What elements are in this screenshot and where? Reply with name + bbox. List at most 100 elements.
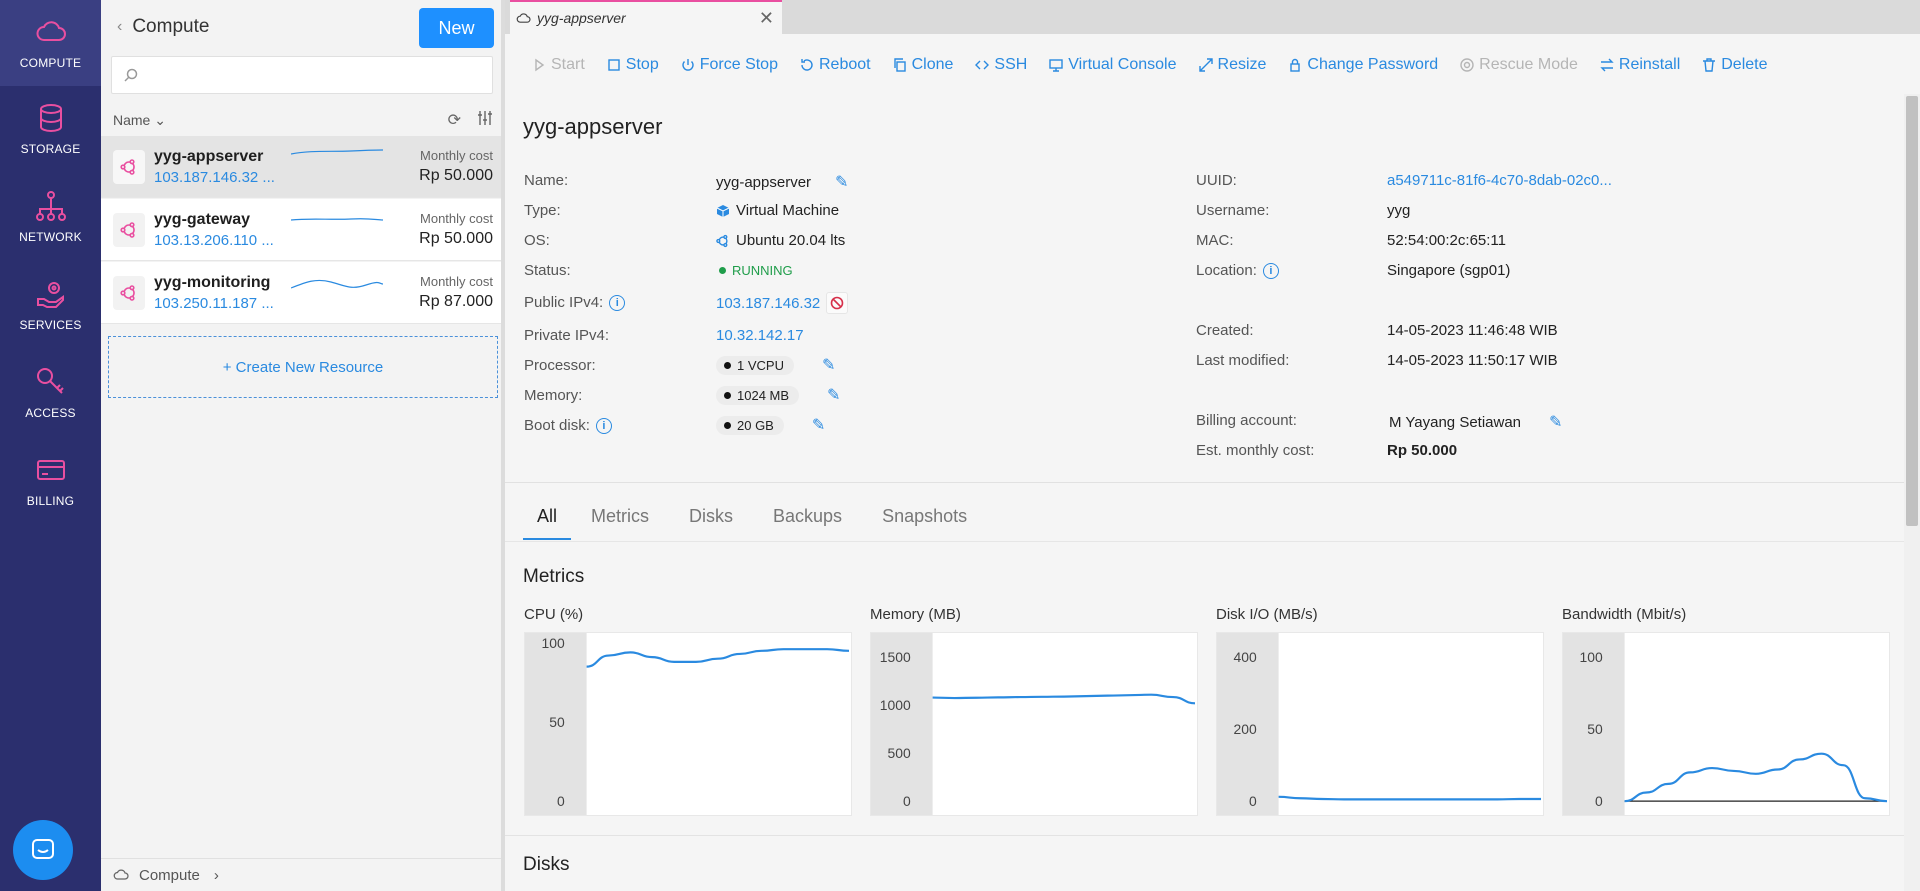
username-value: yyg [1387,202,1411,219]
y-tick-label: 1000 [880,697,911,713]
created-value: 14-05-2023 11:46:48 WIB [1387,322,1558,339]
resource-ip: 103.187.146.32 ... [154,169,275,186]
nav-item-storage[interactable]: STORAGE [0,86,101,172]
tab-metrics[interactable]: Metrics [591,500,649,540]
list-item[interactable]: yyg-gateway 103.13.206.110 ... Monthly c… [101,199,501,261]
public-ip-value[interactable]: 103.187.146.32 [716,295,820,312]
nav-label: NETWORK [19,230,82,244]
boot-disk-row: 20 GB ✎ [716,415,825,435]
metric-card-bandwidth: Bandwidth (Mbit/s) 100 50 0 [1562,606,1890,819]
boot-disk-chip: 20 GB [716,415,784,435]
nav-item-network[interactable]: NETWORK [0,174,101,260]
edit-pencil-icon[interactable]: ✎ [1549,412,1562,432]
location-value: Singapore (sgp01) [1387,262,1511,279]
reboot-button[interactable]: Reboot [800,52,871,78]
tab-all[interactable]: All [523,500,572,540]
resize-label: Resize [1217,56,1267,73]
lifebuoy-icon [1460,58,1474,72]
scrollbar[interactable] [1904,94,1920,891]
metric-plot: 400 200 0 [1216,632,1544,816]
nav-item-services[interactable]: SERVICES [0,262,101,348]
scrollbar-thumb[interactable] [1906,96,1918,526]
nav-item-billing[interactable]: BILLING [0,438,101,524]
series-line [1624,752,1888,803]
type-label: Type: [524,202,561,219]
private-ip-value[interactable]: 10.32.142.17 [716,327,804,344]
edit-pencil-icon[interactable]: ✎ [812,415,825,435]
nav-item-access[interactable]: ACCESS [0,350,101,436]
nav-item-compute[interactable]: COMPUTE [0,0,101,86]
change-password-button[interactable]: Change Password [1288,52,1438,78]
refresh-icon[interactable]: ⟳ [448,110,461,131]
info-icon[interactable]: i [609,294,626,311]
close-icon[interactable]: ✕ [759,8,774,29]
footer-breadcrumb[interactable]: Compute › [101,858,501,891]
list-header: ‹ Compute New [101,0,501,55]
uuid-value[interactable]: a549711c-81f6-4c70-8dab-02c0... [1387,172,1612,189]
type-value-row: Virtual Machine [716,202,839,219]
code-icon [975,60,990,70]
ubuntu-icon [113,276,145,310]
rescue-mode-label: Rescue Mode [1479,56,1578,73]
page-title: yyg-appserver [523,114,663,139]
series-line [586,648,850,668]
metric-title: Bandwidth (Mbit/s) [1562,606,1687,623]
nav-label: ACCESS [25,406,76,420]
force-stop-label: Force Stop [699,56,778,73]
info-icon[interactable]: i [1262,262,1279,279]
location-label: Location: [1196,262,1257,279]
list-item[interactable]: yyg-monitoring 103.250.11.187 ... Monthl… [101,262,501,324]
play-icon [535,58,545,72]
chevron-left-icon: ‹ [117,18,123,35]
billing-value: M Yayang Setiawan [1389,413,1522,431]
back-link[interactable]: ‹ Compute [117,16,209,38]
name-value: yyg-appserver [716,173,812,191]
power-icon [682,59,694,71]
public-ip-label: Public IPv4: [524,294,604,311]
tab-yyg-appserver[interactable]: yyg-appserver ✕ [510,0,782,34]
resize-icon [1198,58,1213,72]
start-button[interactable]: Start [532,52,585,78]
delete-button[interactable]: Delete [1702,52,1768,78]
os-label: OS: [524,232,550,249]
block-icon[interactable] [826,292,849,314]
edit-pencil-icon[interactable]: ✎ [822,355,835,375]
y-tick-label: 50 [549,714,565,730]
edit-pencil-icon[interactable]: ✎ [835,172,848,192]
virtual-console-button[interactable]: Virtual Console [1049,52,1177,78]
sort-by-name[interactable]: Name ⌄ [113,112,166,129]
modified-value: 14-05-2023 11:50:17 WIB [1387,352,1558,369]
os-value-row: Ubuntu 20.04 lts [716,232,845,249]
tab-backups[interactable]: Backups [773,500,842,540]
chat-button[interactable] [13,820,73,880]
filter-sliders-icon[interactable] [477,110,493,131]
resize-button[interactable]: Resize [1198,52,1267,78]
force-stop-button[interactable]: Force Stop [681,52,778,78]
edit-pencil-icon[interactable]: ✎ [827,385,840,405]
y-tick-label: 50 [1587,721,1603,737]
divider [505,541,1904,542]
metric-title: CPU (%) [524,606,584,623]
rescue-mode-button[interactable]: Rescue Mode [1460,52,1578,78]
tab-snapshots[interactable]: Snapshots [882,500,967,540]
create-new-resource-button[interactable]: + Create New Resource [108,336,498,398]
reinstall-button[interactable]: Reinstall [1600,52,1680,78]
clone-button[interactable]: Clone [893,52,953,78]
search-input[interactable] [146,66,486,84]
memory-row: 1024 MB ✎ [716,385,840,405]
start-label: Start [551,56,585,73]
stop-button[interactable]: Stop [607,52,659,78]
uuid-label: UUID: [1196,172,1237,189]
stop-icon [608,59,620,71]
ssh-button[interactable]: SSH [975,52,1027,78]
search-box[interactable] [111,56,493,94]
virtual-console-label: Virtual Console [1068,56,1177,73]
new-button[interactable]: New [419,8,494,48]
list-item[interactable]: yyg-appserver 103.187.146.32 ... Monthly… [101,136,501,198]
info-icon[interactable]: i [595,417,612,434]
tab-disks[interactable]: Disks [689,500,733,540]
created-label: Created: [1196,322,1254,339]
y-tick-label: 1500 [880,649,911,665]
nav-label: STORAGE [20,142,81,156]
series-line [1278,795,1542,801]
